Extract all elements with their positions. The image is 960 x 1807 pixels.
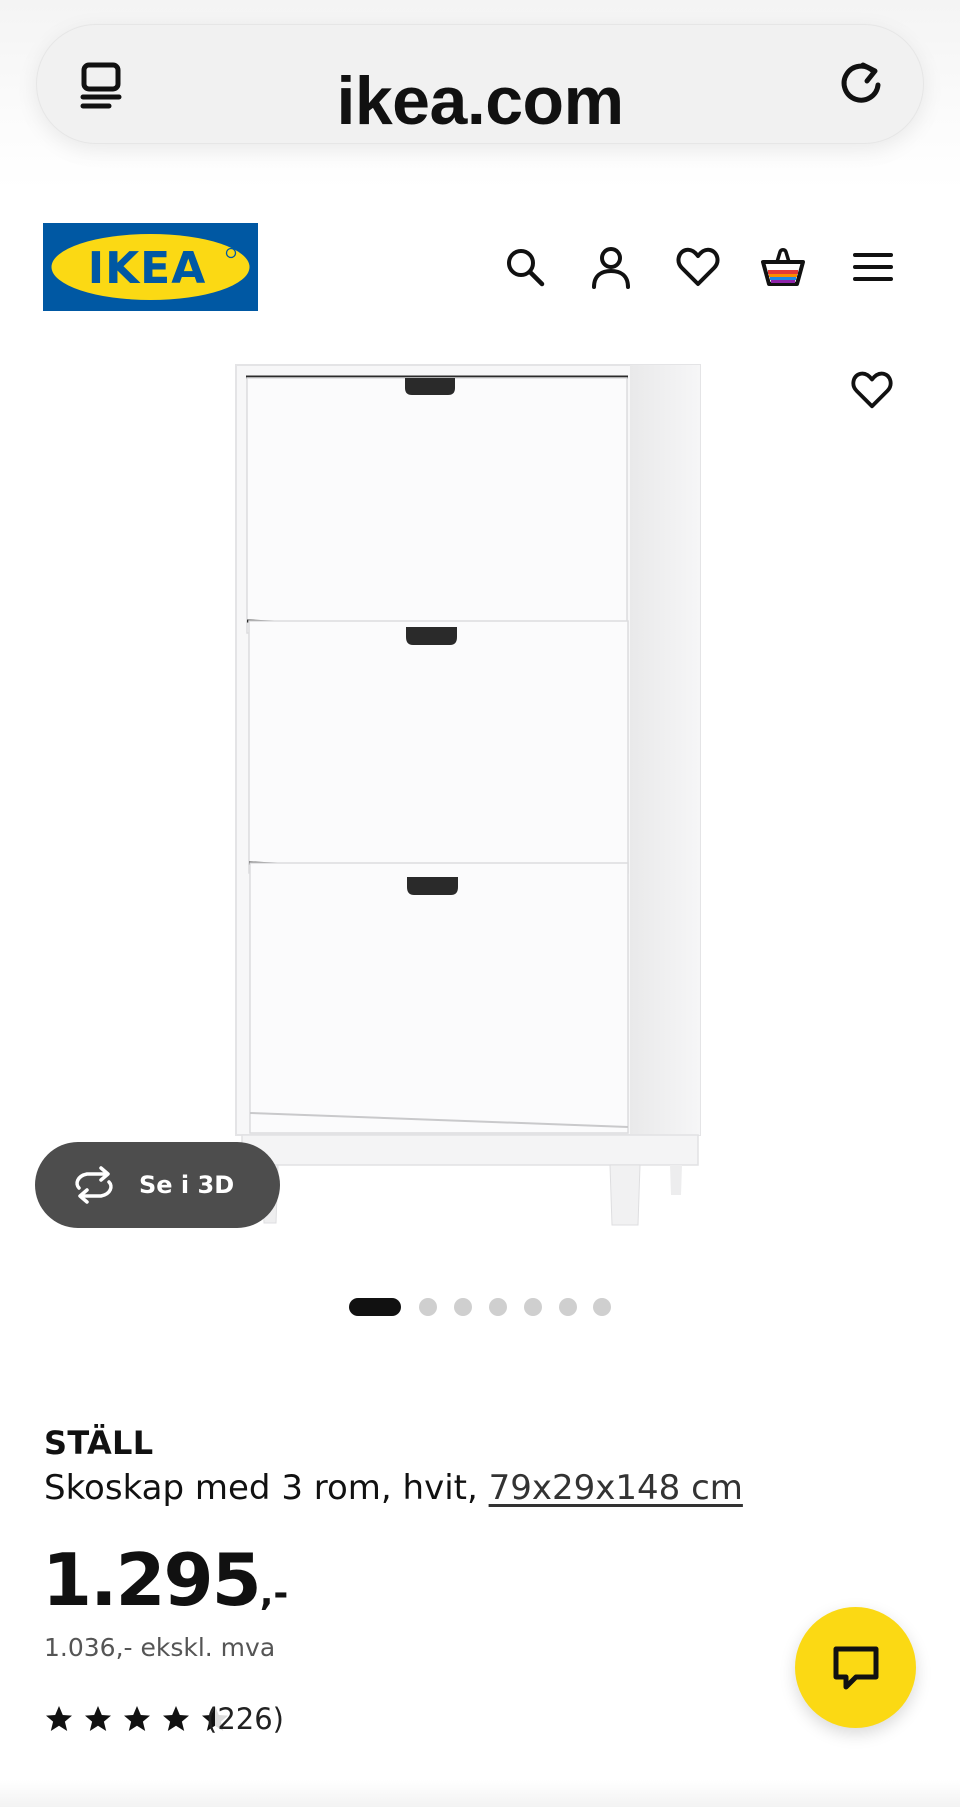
add-to-favourites-icon[interactable] [850,368,894,412]
menu-icon[interactable] [850,244,896,290]
product-type: Skoskap med 3 rom, hvit, [44,1468,489,1508]
reload-icon[interactable] [833,57,889,113]
search-icon[interactable] [502,244,548,290]
ikea-logo[interactable]: IKEA [43,223,258,311]
product-description: Skoskap med 3 rom, hvit, 79x29x148 cm [44,1468,743,1508]
heart-icon[interactable] [675,244,721,290]
product-name: STÄLL [44,1424,154,1462]
chat-icon [833,1646,879,1690]
view-3d-button[interactable]: Se i 3D [35,1142,280,1228]
page-bottom-edge [0,1780,960,1807]
carousel-dot[interactable] [524,1298,542,1316]
star-full-icon [163,1706,189,1731]
star-full-icon [46,1706,72,1731]
carousel-dot[interactable] [489,1298,507,1316]
star-full-icon [85,1706,111,1731]
rotate-3d-icon [75,1166,113,1204]
view-3d-label: Se i 3D [139,1171,235,1199]
product-price: 1.295,- [42,1540,288,1634]
price-main: 1.295 [42,1538,262,1622]
chat-button[interactable] [795,1607,916,1728]
product-image[interactable] [200,355,720,1235]
carousel-dot[interactable] [454,1298,472,1316]
review-count[interactable]: (226) [206,1702,284,1736]
logo-text: IKEA [88,243,207,294]
price-excl-vat: 1.036,- ekskl. mva [44,1633,276,1662]
carousel-dot[interactable] [593,1298,611,1316]
star-full-icon [124,1706,150,1731]
carousel-dot[interactable] [559,1298,577,1316]
price-suffix: ,- [259,1573,289,1614]
product-dimensions-link[interactable]: 79x29x148 cm [489,1468,743,1508]
url-text[interactable]: ikea.com [37,67,923,135]
shopping-bag-icon[interactable] [760,244,806,290]
browser-toolbar: ikea.com [0,0,960,190]
address-bar[interactable]: ikea.com [36,24,924,144]
carousel-dot[interactable] [349,1298,401,1316]
carousel-dot[interactable] [419,1298,437,1316]
profile-icon[interactable] [588,244,634,290]
